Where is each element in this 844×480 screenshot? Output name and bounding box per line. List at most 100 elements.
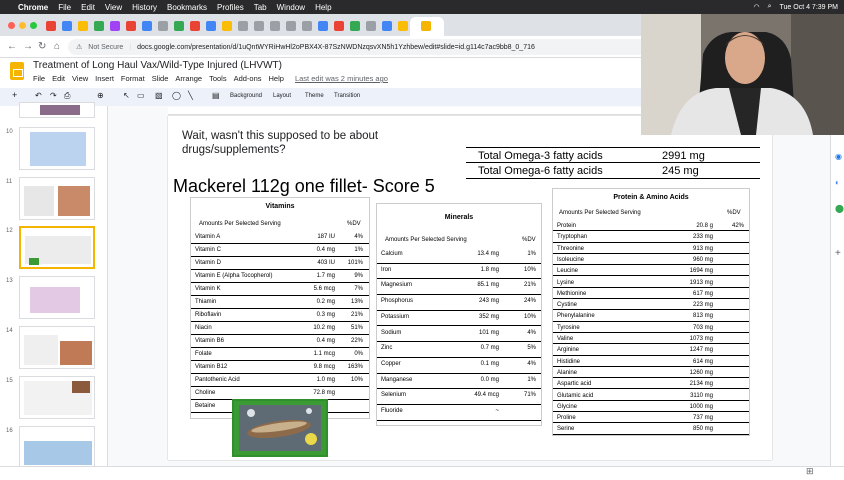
slide-thumbnail-10[interactable]	[19, 127, 95, 170]
tasks-icon[interactable]: ◉	[835, 152, 842, 161]
tab-favicon-icon[interactable]	[238, 21, 248, 31]
image-icon[interactable]: ▧	[155, 91, 163, 100]
menu-addons[interactable]: Add-ons	[234, 74, 262, 83]
vitamins-table[interactable]: Vitamins Amounts Per Selected Serving %D…	[190, 197, 370, 419]
tab-favicon-icon[interactable]	[222, 21, 232, 31]
active-tab[interactable]	[410, 17, 444, 36]
omega6-row[interactable]: Total Omega-6 fatty acids 245 mg	[466, 163, 760, 179]
table-row: Aspartic acid 2134 mg	[553, 378, 749, 390]
menubar-item-window[interactable]: Window	[277, 3, 305, 12]
textbox-icon[interactable]: ▭	[137, 91, 145, 100]
side-panel: ◉ ◐ ⬤ +	[830, 106, 844, 480]
layout-button[interactable]: Layout	[273, 93, 291, 99]
tab-favicon-icon[interactable]	[270, 21, 280, 31]
tab-favicon-icon[interactable]	[142, 21, 152, 31]
tab-favicon-icon[interactable]	[382, 21, 392, 31]
explore-icon[interactable]: ⊞	[806, 466, 814, 477]
back-icon[interactable]: ←	[7, 41, 17, 52]
minerals-table[interactable]: Minerals Amounts Per Selected Serving %D…	[376, 203, 542, 426]
tab-favicon-icon[interactable]	[126, 21, 136, 31]
menu-format[interactable]: Format	[121, 74, 145, 83]
menubar-item-bookmarks[interactable]: Bookmarks	[167, 3, 207, 12]
menubar-item-edit[interactable]: Edit	[81, 3, 95, 12]
line-icon[interactable]: ╲	[188, 91, 193, 100]
table-row: Vitamin D 403 IU 101%	[191, 257, 369, 270]
menubar-item-tab[interactable]: Tab	[254, 3, 267, 12]
url-text: docs.google.com/presentation/d/1uQntWYRi…	[137, 43, 535, 51]
slide-thumbnail-11[interactable]	[19, 177, 95, 220]
reload-icon[interactable]: ↻	[38, 41, 46, 52]
tab-favicon-icon[interactable]	[286, 21, 296, 31]
nutrient-name: Glutamic acid	[557, 392, 594, 399]
mackerel-image[interactable]	[232, 399, 328, 457]
slide-filmstrip[interactable]: 10 11 12 13 14 15 16	[0, 102, 108, 480]
protein-amino-table[interactable]: Protein & Amino Acids Amounts Per Select…	[552, 188, 750, 436]
close-window-icon[interactable]	[8, 22, 15, 29]
slide-thumbnail-9[interactable]	[19, 102, 95, 118]
datetime[interactable]: Tue Oct 4 7:39 PM	[780, 4, 839, 11]
not-secure-icon[interactable]: ⚠	[76, 43, 82, 51]
select-icon[interactable]: ↖	[123, 91, 130, 100]
transition-button[interactable]: Transition	[334, 93, 360, 99]
search-icon[interactable]: ⌕	[768, 3, 772, 11]
home-icon[interactable]: ⌂	[54, 41, 60, 52]
menu-view[interactable]: View	[72, 74, 88, 83]
comment-icon[interactable]: ▤	[212, 91, 220, 100]
menubar-item-view[interactable]: View	[105, 3, 122, 12]
tab-favicon-icon[interactable]	[174, 21, 184, 31]
slide-thumbnail-15[interactable]	[19, 376, 95, 419]
doc-title[interactable]: Treatment of Long Haul Vax/Wild-Type Inj…	[33, 60, 282, 71]
last-edit-link[interactable]: Last edit was 2 minutes ago	[295, 74, 388, 83]
slide-thumbnail-13[interactable]	[19, 276, 95, 319]
tab-favicon-icon[interactable]	[158, 21, 168, 31]
keep-icon[interactable]: ◐	[835, 178, 840, 187]
tab-favicon-icon[interactable]	[78, 21, 88, 31]
slide-thumbnail-12-selected[interactable]	[19, 226, 95, 269]
menu-file[interactable]: File	[33, 74, 45, 83]
tab-favicon-icon[interactable]	[254, 21, 264, 31]
tab-favicon-icon[interactable]	[318, 21, 328, 31]
menubar-item-help[interactable]: Help	[315, 3, 331, 12]
tab-favicon-icon[interactable]	[110, 21, 120, 31]
zoom-icon[interactable]: ⊕	[97, 91, 104, 100]
tab-favicon-icon[interactable]	[206, 21, 216, 31]
menubar-item-chrome[interactable]: Chrome	[18, 3, 48, 12]
google-slides-icon[interactable]	[10, 62, 24, 80]
tab-favicon-icon[interactable]	[46, 21, 56, 31]
minimize-window-icon[interactable]	[19, 22, 26, 29]
tab-favicon-icon[interactable]	[302, 21, 312, 31]
tab-favicon-icon[interactable]	[62, 21, 72, 31]
menubar-item-file[interactable]: File	[58, 3, 71, 12]
new-slide-icon[interactable]: +	[12, 90, 17, 100]
shape-icon[interactable]: ◯	[172, 91, 181, 100]
tab-favicon-icon[interactable]	[190, 21, 200, 31]
menu-tools[interactable]: Tools	[209, 74, 227, 83]
tab-favicon-icon[interactable]	[94, 21, 104, 31]
menu-edit[interactable]: Edit	[52, 74, 65, 83]
tab-favicon-icon[interactable]	[398, 21, 408, 31]
slide-title[interactable]: Mackerel 112g one fillet- Score 5	[173, 176, 435, 197]
maps-icon[interactable]: ⬤	[835, 204, 844, 213]
forward-icon[interactable]: →	[23, 41, 33, 52]
redo-icon[interactable]: ↷	[50, 91, 57, 100]
wifi-icon[interactable]: ◠	[753, 3, 759, 11]
menu-help[interactable]: Help	[269, 74, 284, 83]
slide-question-text[interactable]: Wait, wasn't this supposed to be about d…	[182, 129, 412, 157]
theme-button[interactable]: Theme	[305, 93, 324, 99]
menu-slide[interactable]: Slide	[152, 74, 169, 83]
background-button[interactable]: Background	[230, 93, 262, 99]
undo-icon[interactable]: ↶	[35, 91, 42, 100]
tab-favicon-icon[interactable]	[334, 21, 344, 31]
slide-thumbnail-14[interactable]	[19, 326, 95, 369]
menubar-item-profiles[interactable]: Profiles	[217, 3, 244, 12]
omega3-row[interactable]: Total Omega-3 fatty acids 2991 mg	[466, 147, 760, 163]
menu-insert[interactable]: Insert	[95, 74, 114, 83]
menu-arrange[interactable]: Arrange	[175, 74, 202, 83]
print-icon[interactable]: ⎙	[64, 91, 70, 101]
tab-favicon-icon[interactable]	[366, 21, 376, 31]
slide-thumbnail-16[interactable]	[19, 426, 95, 469]
menubar-item-history[interactable]: History	[132, 3, 157, 12]
zoom-window-icon[interactable]	[30, 22, 37, 29]
tab-favicon-icon[interactable]	[350, 21, 360, 31]
add-addon-icon[interactable]: +	[835, 248, 841, 259]
